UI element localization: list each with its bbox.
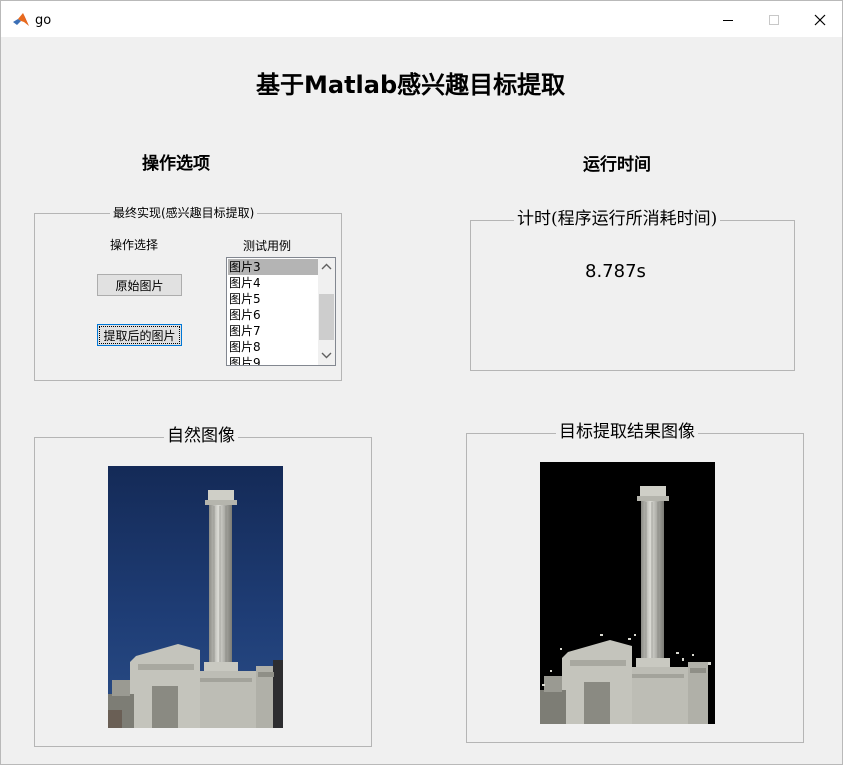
result-image	[540, 462, 715, 724]
scroll-up-icon[interactable]	[321, 263, 332, 270]
window-title: go	[35, 13, 52, 28]
elapsed-time-value: 8.787s	[585, 261, 646, 282]
list-item[interactable]: 图片6	[228, 307, 319, 323]
test-case-label: 测试用例	[243, 239, 292, 253]
scroll-thumb[interactable]	[319, 294, 334, 340]
scroll-down-icon[interactable]	[321, 352, 332, 359]
test-case-listbox[interactable]: 图片3 图片4 图片5 图片6 图片7 图片8 图片9	[226, 257, 336, 366]
runtime-section-title: 运行时间	[583, 155, 651, 175]
minimize-icon	[723, 20, 733, 21]
list-item[interactable]: 图片4	[228, 275, 319, 291]
list-item[interactable]: 图片5	[228, 291, 319, 307]
natural-image-panel-title: 自然图像	[164, 427, 238, 445]
title-bar[interactable]: go	[1, 1, 842, 37]
extracted-image-button[interactable]: 提取后的图片	[97, 324, 182, 346]
maximize-button[interactable]	[751, 7, 797, 33]
minimize-button[interactable]	[705, 7, 751, 33]
timer-panel: 计时(程序运行所消耗时间)	[470, 210, 795, 371]
timer-panel-title: 计时(程序运行所消耗时间)	[514, 210, 721, 228]
operations-panel-title: 最终实现(感兴趣目标提取)	[110, 204, 258, 222]
list-scrollbar[interactable]	[318, 258, 335, 365]
natural-image	[108, 466, 283, 728]
list-item[interactable]: 图片9	[228, 355, 319, 365]
page-title: 基于Matlab感兴趣目标提取	[256, 71, 566, 99]
close-icon	[814, 14, 826, 26]
list-item[interactable]: 图片7	[228, 323, 319, 339]
operation-select-label: 操作选择	[110, 238, 159, 252]
result-image-panel-title: 目标提取结果图像	[556, 423, 698, 441]
list-item[interactable]: 图片3	[228, 259, 319, 275]
matlab-icon	[13, 13, 29, 26]
original-image-button[interactable]: 原始图片	[97, 274, 182, 296]
options-section-title: 操作选项	[142, 154, 210, 174]
list-item[interactable]: 图片8	[228, 339, 319, 355]
close-button[interactable]	[797, 7, 842, 33]
app-window: go 基于Matlab感兴趣目标提取 操作选项 运行时间 最终实现(感兴趣目标提…	[0, 0, 843, 765]
maximize-icon	[769, 15, 779, 25]
